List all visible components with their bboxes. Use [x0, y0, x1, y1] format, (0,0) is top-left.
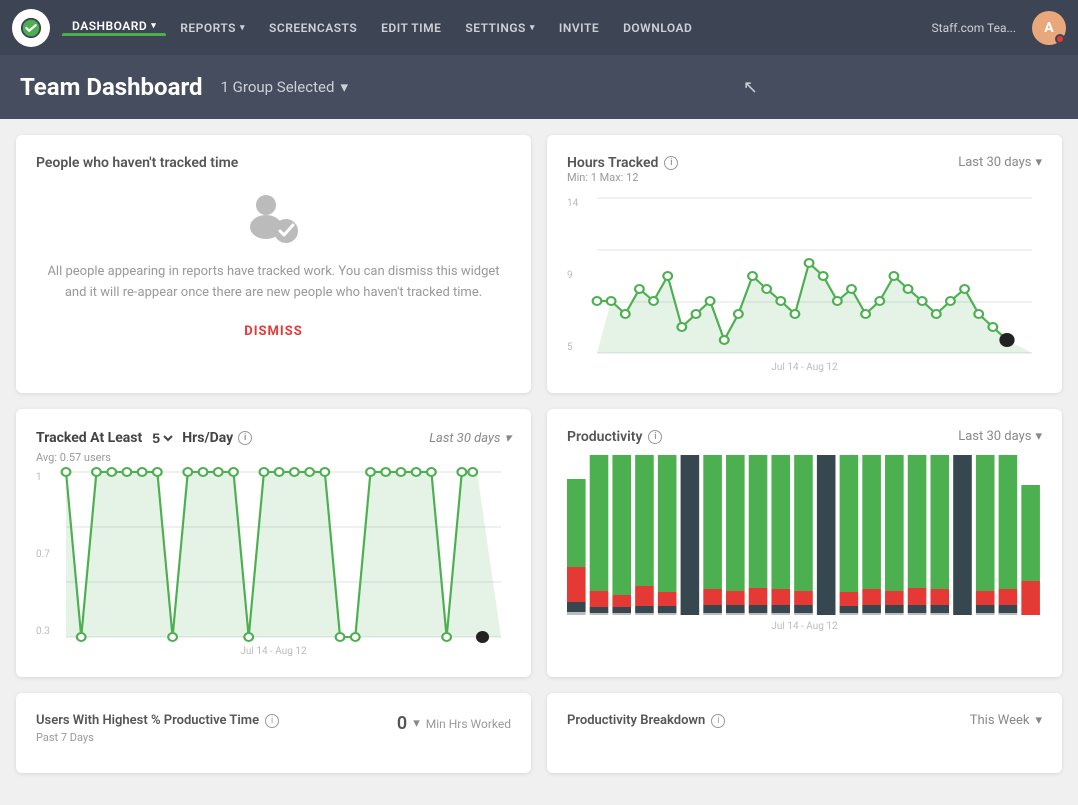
productivity-date-range[interactable]: Last 30 days ▾	[958, 429, 1042, 444]
tracked-date-label: Jul 14 - Aug 12	[240, 646, 306, 657]
tracked-chart-area: 1 0.7 0.3	[36, 472, 511, 657]
navbar: DASHBOARD ▾ REPORTS ▾ SCREENCASTS EDIT T…	[0, 0, 1078, 55]
people-not-tracked-card: People who haven't tracked time All peop…	[16, 135, 531, 393]
app-wrapper: DASHBOARD ▾ REPORTS ▾ SCREENCASTS EDIT T…	[0, 0, 1078, 789]
productivity-chart-svg	[567, 455, 1042, 615]
no-track-icon	[36, 191, 511, 246]
chevron-down-icon: ▾	[530, 23, 535, 33]
info-icon[interactable]: i	[265, 714, 279, 728]
nav-item-reports[interactable]: REPORTS ▾	[170, 21, 255, 35]
nav-item-settings[interactable]: SETTINGS ▾	[455, 21, 545, 35]
tracked-y-labels: 1 0.7 0.3	[36, 472, 50, 637]
nav-item-dashboard[interactable]: DASHBOARD ▾	[62, 19, 166, 36]
min-hrs-worked: Min Hrs Worked	[426, 717, 511, 731]
nav-item-edit-time[interactable]: EDIT TIME	[371, 21, 451, 35]
info-icon[interactable]: i	[711, 714, 725, 728]
users-highest-productive-card: Users With Highest % Productive Time i P…	[16, 693, 531, 773]
hours-line-chart	[597, 198, 1032, 353]
users-header-right: 0 ▾ Min Hrs Worked	[397, 713, 511, 734]
avatar-status-dot	[1055, 34, 1065, 44]
tracked-line-chart	[66, 472, 501, 637]
productivity-title: Productivity i	[567, 429, 662, 445]
productivity-chart-container: Jul 14 - Aug 12	[567, 455, 1042, 635]
hours-tracked-card: Hours Tracked i Min: 1 Max: 12 Last 30 d…	[547, 135, 1062, 393]
productivity-breakdown-title-block: Productivity Breakdown i	[567, 713, 725, 728]
productivity-breakdown-card: Productivity Breakdown i This Week ▾	[547, 693, 1062, 773]
nav-logo[interactable]	[12, 9, 50, 47]
hours-chart-area: 14 9 5	[567, 198, 1042, 373]
account-name[interactable]: Staff.com Tea...	[932, 21, 1016, 35]
no-track-message: All people appearing in reports have tra…	[36, 262, 511, 304]
tracked-unit: Hrs/Day i	[182, 430, 252, 446]
chevron-down-icon[interactable]: ▾	[413, 716, 420, 731]
cursor-indicator: ↖	[743, 77, 758, 98]
chevron-down-icon: ▾	[1035, 429, 1042, 444]
tracked-at-least-card: Tracked At Least 512346 Hrs/Day i Last 3…	[16, 409, 531, 677]
tracked-header: Tracked At Least 512346 Hrs/Day i Last 3…	[36, 429, 511, 447]
hours-date-label: Jul 14 - Aug 12	[771, 362, 837, 373]
nav-item-download[interactable]: DOWNLOAD	[613, 21, 702, 35]
chevron-down-icon: ▾	[504, 431, 511, 446]
chevron-down-icon: ▾	[340, 78, 348, 96]
page-title: Team Dashboard	[20, 73, 203, 101]
hours-tracked-subtitle: Min: 1 Max: 12	[567, 171, 678, 184]
chevron-down-icon: ▾	[1035, 713, 1042, 728]
user-avatar[interactable]: A	[1032, 11, 1066, 45]
page-header: Team Dashboard 1 Group Selected ▾ ↖	[0, 55, 1078, 119]
productivity-breakdown-header: Productivity Breakdown i This Week ▾	[567, 713, 1042, 728]
chevron-down-icon: ▾	[1035, 155, 1042, 170]
users-header-row: Users With Highest % Productive Time i P…	[36, 713, 511, 744]
tracked-date-range[interactable]: Last 30 days ▾	[429, 431, 511, 446]
nav-item-screencasts[interactable]: SCREENCASTS	[259, 21, 367, 35]
tracked-avg: Avg: 0.57 users	[36, 451, 511, 464]
info-icon[interactable]: i	[238, 431, 252, 445]
nav-active-underline	[62, 33, 166, 36]
y-axis-labels: 14 9 5	[567, 198, 578, 353]
info-icon[interactable]: i	[664, 156, 678, 170]
productivity-card: Productivity i Last 30 days ▾	[547, 409, 1062, 677]
chevron-down-icon: ▾	[240, 23, 245, 33]
hours-tracked-title: Hours Tracked i	[567, 155, 678, 171]
nav: DASHBOARD ▾ REPORTS ▾ SCREENCASTS EDIT T…	[0, 0, 1078, 55]
hours-date-range[interactable]: Last 30 days ▾	[958, 155, 1042, 170]
productivity-date-label: Jul 14 - Aug 12	[567, 621, 1042, 632]
info-icon[interactable]: i	[648, 430, 662, 444]
threshold-select[interactable]: 512346	[148, 429, 176, 447]
card-title: People who haven't tracked time	[36, 155, 511, 171]
main-content: People who haven't tracked time All peop…	[0, 119, 1078, 789]
dismiss-button[interactable]: DISMISS	[244, 324, 302, 339]
breakdown-date-right[interactable]: This Week ▾	[970, 713, 1042, 728]
users-title-block: Users With Highest % Productive Time i P…	[36, 713, 279, 744]
nav-item-invite[interactable]: INVITE	[549, 21, 609, 35]
chevron-down-icon: ▾	[151, 21, 156, 31]
group-selector[interactable]: 1 Group Selected ▾	[221, 78, 348, 96]
